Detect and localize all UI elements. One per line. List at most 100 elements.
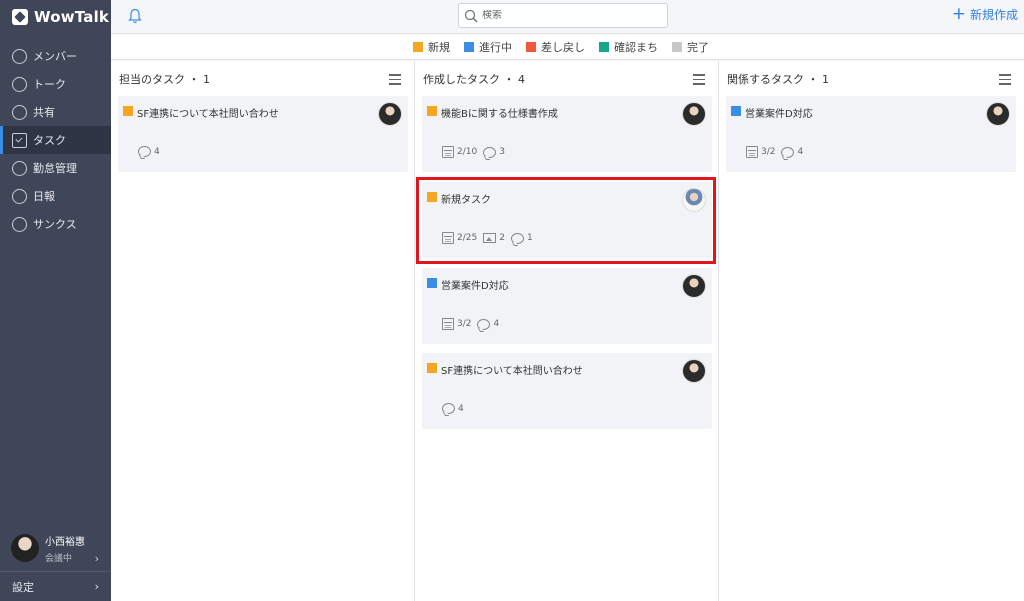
bell-icon[interactable]: [128, 8, 142, 24]
comment-count-value: 4: [154, 146, 160, 157]
task-title: 機能Bに関する仕様書作成: [427, 105, 558, 120]
due-date-value: 3/2: [457, 319, 472, 329]
task-card[interactable]: 営業案件D対応 3/2 4: [726, 96, 1016, 172]
due-date: 3/2: [442, 318, 471, 330]
settings-button[interactable]: 設定 ›: [0, 571, 111, 601]
search-icon: [464, 9, 478, 23]
avatar: [682, 102, 706, 126]
task-card[interactable]: 営業案件D対応 3/2 4: [422, 268, 712, 344]
legend-label: 完了: [687, 41, 709, 54]
task-title-text: 営業案件D対応: [441, 281, 509, 292]
avatar: [11, 534, 39, 562]
search-box[interactable]: [458, 3, 668, 28]
image-icon: [483, 233, 497, 243]
status-swatch: [464, 42, 474, 52]
task-icon: [12, 132, 27, 148]
current-user[interactable]: 小西裕惠 会議中 ›: [0, 528, 111, 568]
task-card[interactable]: SF連携について本社問い合わせ 4: [422, 353, 712, 429]
sidebar-item-task[interactable]: タスク: [0, 126, 111, 154]
comment-count: 4: [442, 403, 464, 414]
sidebar-item-share[interactable]: 共有: [0, 98, 111, 126]
task-meta: 4: [442, 403, 464, 414]
task-title-text: 営業案件D対応: [745, 109, 813, 120]
comment-icon: [510, 232, 524, 244]
menu-icon[interactable]: [389, 74, 401, 85]
sidebar-item-attendance[interactable]: 勤怠管理: [0, 154, 111, 182]
legend-label: 新規: [428, 41, 450, 54]
chevron-right-icon: ›: [94, 580, 99, 593]
settings-label: 設定: [12, 580, 34, 594]
due-date-value: 3/2: [761, 147, 776, 157]
sidebar-item-label: タスク: [33, 134, 66, 147]
avatar: [682, 188, 706, 212]
avatar: [682, 274, 706, 298]
smile-icon: [12, 216, 27, 232]
task-title: 営業案件D対応: [427, 277, 509, 292]
sidebar: WowTalk メンバー トーク 共有 タスク 勤怠管理 日報 サンクス 小西裕…: [0, 0, 111, 601]
comment-count-value: 4: [493, 319, 500, 329]
plus-icon: +: [951, 4, 966, 24]
sidebar-item-daily-report[interactable]: 日報: [0, 182, 111, 210]
clock-icon: [12, 160, 27, 176]
status-swatch: [427, 192, 437, 202]
comment-icon: [483, 146, 497, 158]
task-title-text: SF連携について本社問い合わせ: [441, 366, 583, 377]
due-date: 2/10: [442, 146, 477, 158]
chat-icon: [12, 76, 27, 92]
sidebar-item-thanks[interactable]: サンクス: [0, 210, 111, 238]
column-created-tasks: 作成したタスク ・ 4 機能Bに関する仕様書作成 2/10 3 新規タスク 2/…: [415, 61, 719, 601]
comment-count: 3: [483, 146, 505, 158]
sidebar-nav: メンバー トーク 共有 タスク 勤怠管理 日報 サンクス: [0, 42, 111, 238]
sidebar-item-label: メンバー: [33, 50, 77, 63]
legend-label: 進行中: [479, 41, 512, 54]
report-icon: [12, 188, 27, 204]
comment-count: 4: [781, 146, 803, 158]
comment-count: 4: [477, 318, 500, 330]
comment-count: 1: [510, 232, 533, 244]
task-meta: 3/2 4: [442, 318, 499, 330]
status-swatch: [599, 42, 609, 52]
status-swatch: [526, 42, 536, 52]
avatar: [986, 102, 1010, 126]
task-meta: 3/2 4: [746, 146, 803, 158]
sidebar-item-members[interactable]: メンバー: [0, 42, 111, 70]
calendar-icon: [442, 146, 454, 158]
task-meta: 2/10 3: [442, 146, 505, 158]
due-date-value: 2/10: [457, 147, 478, 157]
sidebar-item-label: 日報: [33, 190, 55, 203]
wowtalk-logo-icon: [12, 9, 28, 25]
task-title-text: 機能Bに関する仕様書作成: [441, 109, 558, 120]
status-swatch: [427, 363, 437, 373]
image-count: 2: [483, 233, 505, 243]
user-name: 小西裕惠: [45, 536, 85, 548]
due-date: 2/25: [442, 232, 477, 244]
avatar: [682, 359, 706, 383]
status-swatch: [672, 42, 682, 52]
avatar: [378, 102, 402, 126]
task-meta: 2/25 2 1: [442, 232, 533, 244]
task-card[interactable]: 機能Bに関する仕様書作成 2/10 3: [422, 96, 712, 172]
column-title: 関係するタスク ・ 1: [727, 73, 829, 86]
app-name: WowTalk: [34, 8, 110, 26]
column-header: 作成したタスク ・ 4: [415, 61, 718, 97]
task-card[interactable]: SF連携について本社問い合わせ 4: [118, 96, 408, 172]
task-card[interactable]: 新規タスク 2/25 2 1: [422, 182, 712, 258]
due-date: 3/2: [746, 146, 775, 158]
legend-label: 差し戻し: [541, 41, 585, 54]
sidebar-item-talk[interactable]: トーク: [0, 70, 111, 98]
legend-item-confirming: 確認まち: [599, 39, 658, 55]
new-task-button[interactable]: + 新規作成: [952, 6, 1018, 23]
comment-count-value: 4: [458, 403, 464, 414]
task-title: SF連携について本社問い合わせ: [123, 105, 279, 120]
column-header: 関係するタスク ・ 1: [719, 61, 1024, 97]
status-swatch: [731, 106, 741, 116]
legend-item-returned: 差し戻し: [526, 39, 585, 55]
comment-count-value: 1: [526, 233, 533, 243]
menu-icon[interactable]: [693, 74, 705, 85]
menu-icon[interactable]: [999, 74, 1011, 85]
share-icon: [12, 104, 27, 120]
search-input[interactable]: [482, 10, 652, 21]
sidebar-item-label: 勤怠管理: [33, 162, 77, 175]
chevron-right-icon: ›: [94, 552, 99, 565]
app-logo[interactable]: WowTalk: [0, 0, 111, 34]
